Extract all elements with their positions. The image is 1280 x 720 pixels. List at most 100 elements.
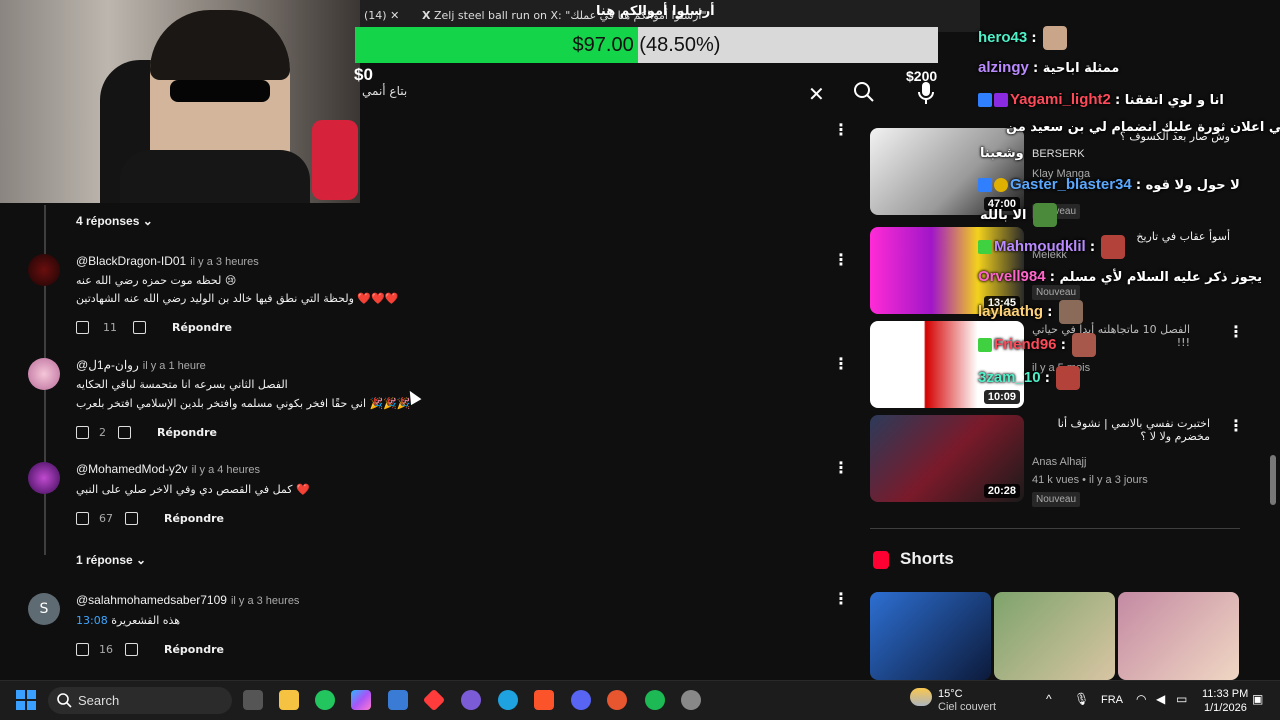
task-view-icon[interactable]: [243, 690, 263, 710]
avatar[interactable]: [28, 254, 60, 286]
comment-handle[interactable]: @روان-م1ل: [76, 358, 139, 372]
more-options-icon[interactable]: ⋮: [833, 460, 849, 476]
more-options-icon[interactable]: ⋮: [1228, 418, 1244, 434]
short-thumbnail[interactable]: [994, 592, 1115, 680]
like-icon[interactable]: [76, 320, 89, 334]
reply-button[interactable]: Répondre: [172, 321, 232, 334]
more-options-icon[interactable]: ⋮: [833, 122, 849, 138]
xbox-icon[interactable]: [315, 690, 335, 710]
new-badge: Nouveau: [1032, 492, 1081, 507]
dislike-icon[interactable]: [133, 320, 146, 334]
replies-toggle[interactable]: 4 réponses ⌄: [76, 214, 153, 228]
chat-message: Gaster_blaster34 : لا حول ولا قوه: [978, 176, 1240, 193]
search-icon[interactable]: [852, 80, 876, 104]
chat-emote: [1101, 235, 1126, 259]
comment-handle[interactable]: @MohamedMod-y2v: [76, 462, 188, 476]
chat-emote: [1032, 203, 1057, 227]
chat-text: خاص بي اعلان ثورة عليك انضمام لي بن سعيد…: [1006, 120, 1280, 135]
scrollbar-thumb[interactable]: [1270, 455, 1276, 505]
taskbar-search[interactable]: [48, 687, 232, 714]
comment-text-body: هذه القشعريرة: [111, 614, 181, 627]
microphone-tray-icon[interactable]: 🎙: [1074, 692, 1089, 706]
chat-message: Yagami_light2 : انا و لوي اتفقنا: [978, 91, 1224, 108]
microphone-icon[interactable]: [916, 80, 936, 106]
dislike-icon[interactable]: [125, 511, 138, 525]
comment-time[interactable]: il y a 1 heure: [143, 360, 206, 372]
video-thumbnail[interactable]: 47:00: [870, 128, 1024, 215]
chevron-up-icon[interactable]: ^: [1046, 692, 1052, 706]
reply-button[interactable]: Répondre: [164, 643, 224, 656]
notification-icon[interactable]: ▣: [1252, 692, 1263, 706]
like-icon[interactable]: [76, 642, 89, 656]
comment-handle[interactable]: @BlackDragon-ID01: [76, 254, 186, 268]
comment-time[interactable]: il y a 3 heures: [190, 256, 258, 268]
chat-username: alzingy: [978, 59, 1029, 76]
spotify-icon[interactable]: [645, 690, 665, 710]
tab-youtube[interactable]: (14) ✕: [364, 4, 399, 28]
weather-desc[interactable]: Ciel couvert: [938, 701, 996, 713]
comment-time[interactable]: il y a 4 heures: [192, 464, 260, 476]
search-input[interactable]: بتاع أنمي: [362, 84, 407, 98]
browser-icon[interactable]: [498, 690, 518, 710]
comment-timestamp-link[interactable]: 13:08: [76, 614, 108, 627]
obs-icon[interactable]: [681, 690, 701, 710]
chat-message: خاص بي اعلان ثورة عليك انضمام لي بن سعيد…: [1006, 118, 1280, 135]
video-channel[interactable]: BERSERK: [1032, 148, 1085, 160]
avatar[interactable]: [28, 358, 60, 390]
like-icon[interactable]: [76, 425, 89, 439]
chat-text: : ممثلة اباحية: [1033, 61, 1120, 76]
avatar[interactable]: S: [28, 593, 60, 625]
chat-badge-icon: [978, 338, 992, 352]
chat-text: :: [1089, 239, 1096, 255]
video-channel[interactable]: Anas Alhajj: [1032, 456, 1086, 468]
store-icon[interactable]: [388, 690, 408, 710]
chat-text: : انا و لوي اتفقنا: [1115, 93, 1224, 108]
battery-icon[interactable]: ▭: [1176, 692, 1187, 706]
clock-date[interactable]: 1/1/2026: [1204, 702, 1247, 714]
more-options-icon[interactable]: ⋮: [1228, 324, 1244, 340]
chat-message: Friend96 :: [978, 333, 1098, 357]
video-title[interactable]: اختبرت نفسي بالانمي | نشوف أنا مخضرم ولا…: [1030, 417, 1210, 443]
file-explorer-icon[interactable]: [279, 690, 299, 710]
more-options-icon[interactable]: ⋮: [833, 252, 849, 268]
dislike-icon[interactable]: [118, 425, 131, 439]
short-thumbnail[interactable]: [1118, 592, 1239, 680]
search-icon: [56, 692, 72, 708]
volume-icon[interactable]: ◀: [1156, 692, 1165, 706]
wifi-icon[interactable]: ◠: [1136, 692, 1146, 706]
discord-icon[interactable]: [571, 690, 591, 710]
close-icon[interactable]: ✕: [390, 9, 399, 22]
chevron-down-icon: ⌄: [142, 214, 153, 228]
replies-toggle[interactable]: 1 réponse ⌄: [76, 553, 146, 567]
avatar[interactable]: [28, 462, 60, 494]
weather-temp[interactable]: 15°C: [938, 688, 963, 700]
dislike-icon[interactable]: [125, 642, 138, 656]
windows-start-icon[interactable]: [16, 690, 36, 710]
copilot-icon[interactable]: [351, 690, 371, 710]
reply-button[interactable]: Répondre: [157, 426, 217, 439]
chat-message: hero43 :: [978, 26, 1069, 50]
brave-icon[interactable]: [534, 690, 554, 710]
comment-text: لحظه موت حمزه رضي الله عنه 😢: [76, 274, 237, 287]
language-indicator[interactable]: FRA: [1101, 694, 1123, 706]
donation-progress-text: $97.00 (48.50%): [355, 27, 938, 63]
like-icon[interactable]: [76, 511, 89, 525]
chat-app-icon[interactable]: [461, 690, 481, 710]
video-meta: 41 k vues • il y a 3 jours: [1032, 474, 1148, 486]
webcam-shirt: [120, 150, 310, 203]
donation-progress-bar: $97.00 (48.50%): [355, 27, 938, 63]
short-thumbnail[interactable]: [870, 592, 991, 680]
clock-time[interactable]: 11:33 PM: [1202, 688, 1248, 700]
more-options-icon[interactable]: ⋮: [833, 591, 849, 607]
chevron-down-icon: ⌄: [136, 553, 147, 567]
comment-time[interactable]: il y a 3 heures: [231, 595, 299, 607]
origin-icon[interactable]: [607, 690, 627, 710]
video-duration: 10:09: [983, 390, 1020, 404]
clear-search-icon[interactable]: ✕: [808, 82, 825, 106]
comment-handle[interactable]: @salahmohamedsaber7109: [76, 593, 227, 607]
comment-header: @MohamedMod-y2v il y a 4 heures: [76, 462, 260, 476]
video-thumbnail[interactable]: 20:28: [870, 415, 1024, 502]
comment-header: @BlackDragon-ID01 il y a 3 heures: [76, 254, 259, 268]
more-options-icon[interactable]: ⋮: [833, 356, 849, 372]
reply-button[interactable]: Répondre: [164, 512, 224, 525]
